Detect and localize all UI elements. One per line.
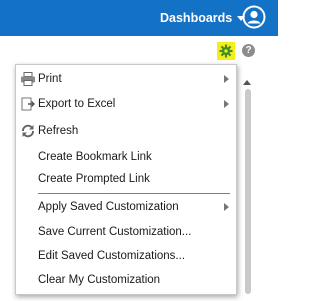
menu-item-refresh[interactable]: Refresh [16,119,236,143]
export-icon [21,97,35,111]
menu-item-label: Edit Saved Customizations... [38,250,186,262]
submenu-arrow-icon [224,203,229,211]
menu-item-label: Create Prompted Link [38,173,150,185]
menu-item-label: Apply Saved Customization [38,201,179,213]
menu-item-label: Create Bookmark Link [38,151,152,163]
menu-item-save-current-customization[interactable]: Save Current Customization... [16,220,236,244]
menu-item-export-to-excel[interactable]: Export to Excel [16,92,236,116]
menu-item-apply-saved-customization[interactable]: Apply Saved Customization [16,195,236,219]
refresh-icon [22,124,34,138]
dashboards-label: Dashboards [160,11,233,25]
user-circle-icon[interactable] [242,5,266,29]
printer-icon [21,72,35,86]
menu-separator [38,193,230,194]
menu-item-create-bookmark-link[interactable]: Create Bookmark Link [16,145,236,169]
page-options-gear-button[interactable] [217,42,235,60]
menu-item-print[interactable]: Print [16,67,236,91]
menu-item-label: Save Current Customization... [38,226,192,238]
menu-item-clear-my-customization[interactable]: Clear My Customization [16,268,236,292]
scroll-up-arrow-icon[interactable] [243,80,251,85]
page-scrollbar[interactable] [240,76,256,298]
scrollbar-thumb[interactable] [245,89,251,294]
submenu-arrow-icon [224,75,229,83]
dashboards-menu-button[interactable]: Dashboards [160,9,246,27]
menu-item-edit-saved-customizations[interactable]: Edit Saved Customizations... [16,244,236,268]
menu-item-label: Export to Excel [38,98,116,110]
menu-item-create-prompted-link[interactable]: Create Prompted Link [16,167,236,191]
page-options-menu: Print Export to Excel Refresh Create Boo… [15,64,237,295]
gear-icon [219,44,233,58]
help-icon[interactable]: ? [242,44,255,57]
top-bar: Dashboards [0,0,278,36]
menu-item-label: Clear My Customization [38,274,161,286]
submenu-arrow-icon [224,100,229,108]
menu-item-label: Refresh [38,125,79,137]
menu-item-label: Print [38,73,62,85]
